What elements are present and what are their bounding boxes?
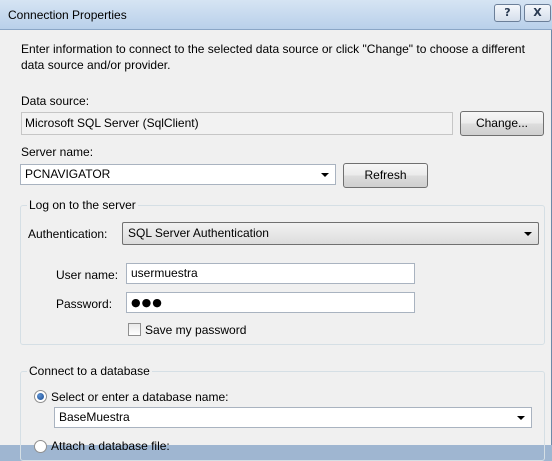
logon-group-title: Log on to the server bbox=[27, 198, 138, 212]
refresh-button[interactable]: Refresh bbox=[343, 163, 428, 188]
window-title: Connection Properties bbox=[8, 8, 127, 22]
close-button[interactable]: X bbox=[524, 4, 551, 22]
authentication-label: Authentication: bbox=[28, 227, 108, 241]
save-password-label[interactable]: Save my password bbox=[145, 323, 246, 337]
change-button[interactable]: Change... bbox=[460, 111, 544, 136]
password-input[interactable]: ●●● bbox=[126, 292, 415, 313]
authentication-dropdown[interactable]: SQL Server Authentication bbox=[122, 222, 539, 245]
user-name-input[interactable]: usermuestra bbox=[126, 263, 415, 284]
attach-database-label[interactable]: Attach a database file: bbox=[51, 439, 170, 453]
chevron-down-icon[interactable] bbox=[517, 416, 525, 420]
password-label: Password: bbox=[56, 297, 113, 311]
select-database-label[interactable]: Select or enter a database name: bbox=[51, 390, 228, 404]
attach-database-radio[interactable] bbox=[34, 440, 47, 453]
help-icon: ? bbox=[504, 6, 511, 19]
database-name-combobox[interactable]: BaseMuestra bbox=[54, 407, 532, 428]
database-group-title: Connect to a database bbox=[27, 364, 152, 378]
help-button[interactable]: ? bbox=[494, 4, 521, 22]
close-icon: X bbox=[533, 6, 542, 19]
server-name-label: Server name: bbox=[21, 145, 94, 159]
server-name-value: PCNAVIGATOR bbox=[25, 167, 111, 181]
title-bar[interactable]: Connection Properties ? X bbox=[0, 0, 552, 30]
data-source-label: Data source: bbox=[21, 94, 90, 108]
save-password-checkbox[interactable] bbox=[128, 323, 141, 336]
database-name-value: BaseMuestra bbox=[59, 410, 130, 424]
intro-text: Enter information to connect to the sele… bbox=[21, 42, 525, 72]
connection-properties-dialog: Connection Properties ? X Enter informat… bbox=[0, 0, 552, 461]
radio-selected-dot bbox=[37, 393, 44, 400]
chevron-down-icon[interactable] bbox=[321, 173, 329, 177]
server-name-combobox[interactable]: PCNAVIGATOR bbox=[20, 164, 336, 185]
authentication-value: SQL Server Authentication bbox=[128, 226, 269, 240]
chevron-down-icon[interactable] bbox=[524, 232, 532, 236]
select-database-radio[interactable] bbox=[34, 390, 47, 403]
user-name-label: User name: bbox=[56, 268, 119, 282]
data-source-field: Microsoft SQL Server (SqlClient) bbox=[21, 112, 453, 135]
